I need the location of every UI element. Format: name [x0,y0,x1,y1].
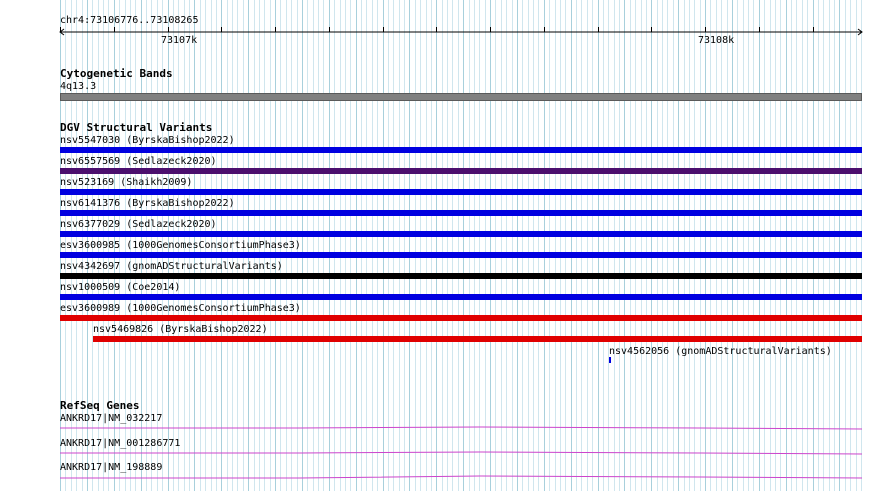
gene-lines[interactable] [0,0,890,491]
gene-line [60,426,863,430]
gene-line [60,451,863,455]
gene-line [60,475,863,479]
